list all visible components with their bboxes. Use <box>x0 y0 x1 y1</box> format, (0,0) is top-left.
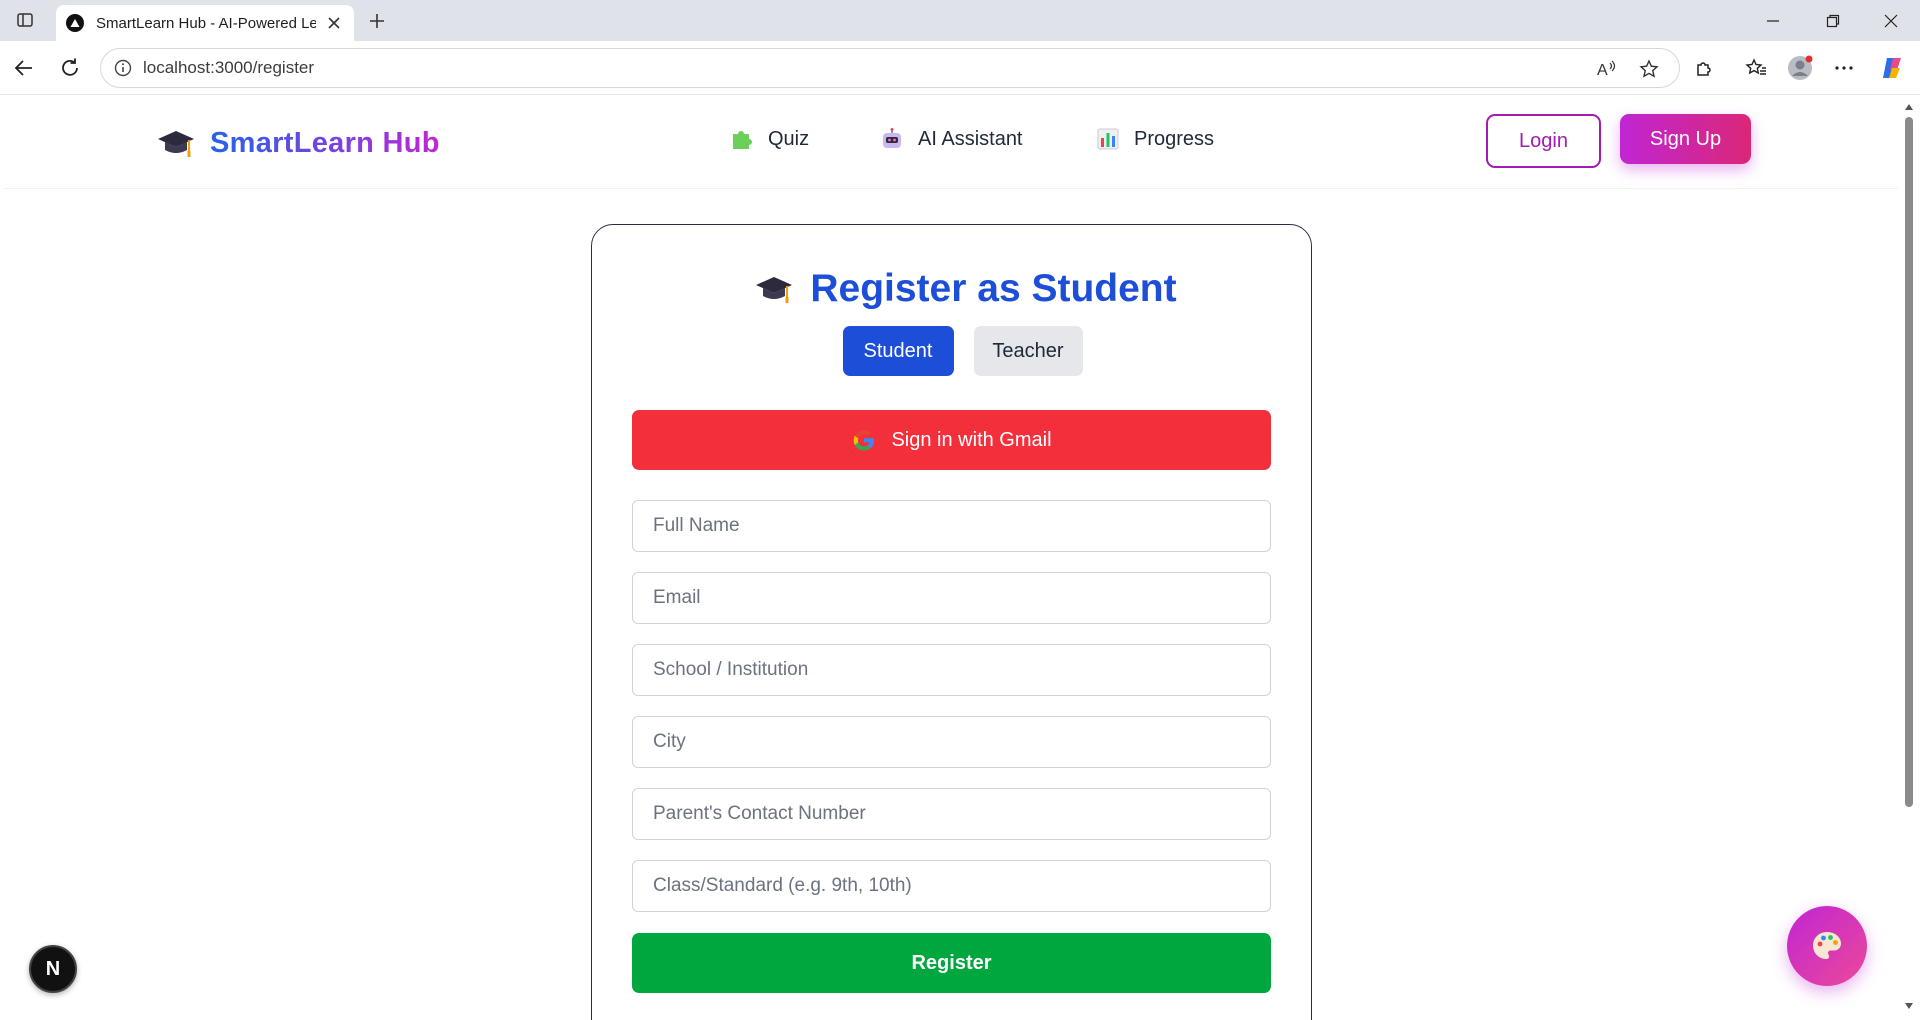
plus-icon[interactable] <box>362 6 392 36</box>
full-name-field[interactable] <box>632 500 1271 552</box>
scroll-down-icon[interactable] <box>1903 1000 1915 1012</box>
nav-link-quiz[interactable]: Quiz <box>730 127 809 151</box>
minimize-icon[interactable] <box>1744 0 1802 41</box>
tab-favicon-icon <box>66 14 84 32</box>
scroll-thumb[interactable] <box>1905 117 1913 807</box>
tab-teacher[interactable]: Teacher <box>973 326 1083 376</box>
register-card: Register as Student Student Teacher Sign… <box>591 224 1312 1020</box>
more-icon[interactable] <box>1828 52 1860 84</box>
extensions-icon[interactable] <box>1688 52 1720 84</box>
profile-icon[interactable] <box>1784 52 1816 84</box>
brand-logo[interactable]: SmartLearn Hub <box>156 123 440 163</box>
page-title: Register as Student <box>810 267 1177 310</box>
theme-palette-button[interactable] <box>1787 906 1867 986</box>
browser-tab-bar: SmartLearn Hub - AI-Powered Lea <box>0 0 1920 41</box>
role-tabs: Student Teacher <box>592 326 1313 376</box>
tab-student[interactable]: Student <box>842 326 954 376</box>
restore-icon[interactable] <box>1804 0 1862 41</box>
email-field[interactable] <box>632 572 1271 624</box>
read-aloud-icon[interactable]: A <box>1591 53 1623 85</box>
palette-icon <box>1813 932 1841 959</box>
browser-tab-active[interactable]: SmartLearn Hub - AI-Powered Lea <box>56 5 354 41</box>
brand-name: SmartLearn Hub <box>210 126 440 159</box>
nav-link-label: Quiz <box>768 127 810 150</box>
browser-toolbar: localhost:3000/register A <box>0 41 1920 95</box>
close-icon[interactable] <box>324 13 344 33</box>
city-field[interactable] <box>632 716 1271 768</box>
google-icon <box>854 430 875 451</box>
reload-icon[interactable] <box>54 52 86 84</box>
class-standard-field[interactable] <box>632 860 1271 912</box>
gmail-signin-button[interactable]: Sign in with Gmail <box>632 410 1271 470</box>
gmail-button-label: Sign in with Gmail <box>891 428 1052 451</box>
site-navbar: SmartLearn Hub Quiz AI Assistant Progres… <box>4 95 1898 189</box>
parent-contact-field[interactable] <box>632 788 1271 840</box>
page-viewport: SmartLearn Hub Quiz AI Assistant Progres… <box>4 95 1898 1020</box>
nav-link-ai-assistant[interactable]: AI Assistant <box>880 127 1023 151</box>
school-field[interactable] <box>632 644 1271 696</box>
sidebar-toggle-icon[interactable] <box>6 6 44 34</box>
robot-icon <box>880 127 904 151</box>
puzzle-icon <box>730 127 754 151</box>
login-button[interactable]: Login <box>1486 114 1601 168</box>
info-icon[interactable] <box>103 48 143 88</box>
nav-link-label: AI Assistant <box>918 127 1023 150</box>
svg-text:A: A <box>1597 62 1608 79</box>
tab-title: SmartLearn Hub - AI-Powered Lea <box>96 14 316 32</box>
register-button[interactable]: Register <box>632 933 1271 993</box>
graduation-cap-icon <box>756 277 793 303</box>
form-heading: Register as Student <box>592 267 1313 311</box>
favorite-star-icon[interactable] <box>1633 53 1665 85</box>
back-icon[interactable] <box>8 52 40 84</box>
bar-chart-icon <box>1096 127 1120 151</box>
address-bar[interactable]: localhost:3000/register A <box>100 48 1680 88</box>
nav-link-label: Progress <box>1134 127 1215 150</box>
graduation-cap-icon <box>158 131 194 157</box>
dev-tools-badge[interactable]: N <box>29 945 77 993</box>
signup-button[interactable]: Sign Up <box>1620 114 1751 164</box>
window-close-icon[interactable] <box>1862 0 1920 41</box>
scroll-up-icon[interactable] <box>1903 101 1915 113</box>
url-text: localhost:3000/register <box>143 58 315 77</box>
page-scrollbar[interactable] <box>1898 95 1920 1020</box>
nav-link-progress[interactable]: Progress <box>1096 127 1214 151</box>
copilot-icon[interactable] <box>1876 52 1908 84</box>
favorites-icon[interactable] <box>1740 52 1772 84</box>
